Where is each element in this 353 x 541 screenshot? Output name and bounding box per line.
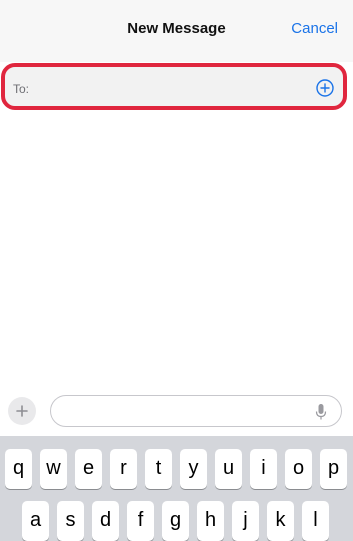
key-o[interactable]: o <box>285 449 312 489</box>
key-a[interactable]: a <box>22 501 49 541</box>
keyboard: q w e r t y u i o p a s d f g h j k l <box>0 436 353 541</box>
message-field[interactable] <box>50 395 342 427</box>
key-s[interactable]: s <box>57 501 84 541</box>
key-r[interactable]: r <box>110 449 137 489</box>
plus-circle-icon[interactable] <box>316 79 334 97</box>
key-k[interactable]: k <box>267 501 294 541</box>
conversation-area <box>0 113 353 383</box>
cancel-button[interactable]: Cancel <box>291 20 338 37</box>
key-w[interactable]: w <box>40 449 67 489</box>
microphone-icon[interactable] <box>315 403 327 421</box>
key-d[interactable]: d <box>92 501 119 541</box>
compose-bar <box>0 388 353 436</box>
key-g[interactable]: g <box>162 501 189 541</box>
recipient-field-row[interactable]: To: <box>1 63 347 110</box>
key-q[interactable]: q <box>5 449 32 489</box>
key-i[interactable]: i <box>250 449 277 489</box>
to-label: To: <box>13 82 30 96</box>
plus-icon <box>16 405 28 417</box>
recipient-input[interactable] <box>33 75 307 101</box>
navigation-bar: New Message Cancel <box>0 0 353 62</box>
key-u[interactable]: u <box>215 449 242 489</box>
key-l[interactable]: l <box>302 501 329 541</box>
key-h[interactable]: h <box>197 501 224 541</box>
key-e[interactable]: e <box>75 449 102 489</box>
key-p[interactable]: p <box>320 449 347 489</box>
message-input[interactable] <box>63 400 307 424</box>
attachment-button[interactable] <box>8 397 36 425</box>
key-f[interactable]: f <box>127 501 154 541</box>
key-j[interactable]: j <box>232 501 259 541</box>
key-t[interactable]: t <box>145 449 172 489</box>
key-y[interactable]: y <box>180 449 207 489</box>
